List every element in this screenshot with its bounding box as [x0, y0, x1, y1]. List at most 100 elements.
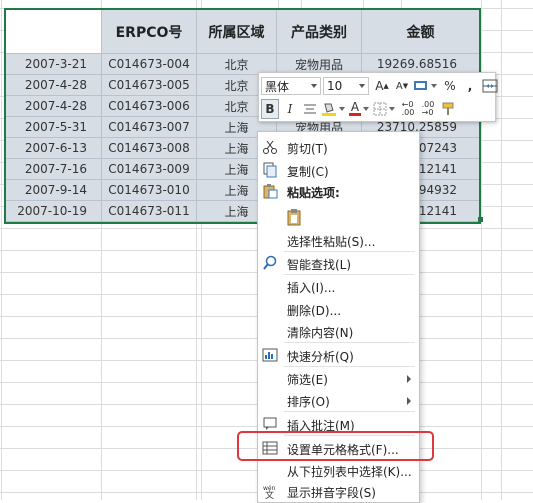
font-name-dropdown[interactable]: 黑体 — [261, 77, 321, 95]
erpco-cell[interactable]: C014673-005 — [102, 75, 197, 96]
header-cell-amount[interactable]: 金额 — [362, 10, 479, 54]
chevron-down-icon — [431, 84, 437, 88]
svg-text:文: 文 — [265, 489, 274, 499]
comment-icon — [262, 416, 278, 432]
font-name-value: 黑体 — [265, 79, 290, 94]
decrease-decimal-button[interactable]: .00 →0 — [419, 99, 437, 119]
menu-item-filter[interactable]: 筛选(E) — [258, 367, 419, 389]
grow-font-button[interactable]: A ▲ — [373, 76, 391, 96]
percent-style-button[interactable]: % — [441, 76, 459, 96]
date-cell[interactable]: 2007-10-19 — [6, 201, 102, 222]
menu-item-show-phonetic[interactable]: wén 文 显示拼音字段(S) — [258, 480, 419, 502]
menu-item-cut[interactable]: 剪切(T) — [258, 136, 419, 158]
font-color-button[interactable]: A — [349, 99, 371, 119]
erpco-cell[interactable]: C014673-010 — [102, 180, 197, 201]
fill-color-button[interactable] — [321, 99, 347, 119]
header-row: ERPCO号 所属区域 产品类别 金额 — [6, 10, 479, 54]
chevron-down-icon — [363, 107, 369, 111]
scissors-icon — [262, 139, 278, 155]
menu-item-paste-options: 粘贴选项: — [258, 180, 419, 202]
menu-item-smart-lookup[interactable]: 智能查找(L) — [258, 252, 419, 274]
accounting-format-button[interactable] — [413, 76, 439, 96]
grow-font-label: A — [375, 79, 384, 93]
paste-option-button[interactable] — [258, 203, 419, 229]
header-cell-category[interactable]: 产品类别 — [277, 10, 362, 54]
menu-item-sort[interactable]: 排序(O) — [258, 389, 419, 411]
date-cell[interactable]: 2007-3-21 — [6, 54, 102, 75]
menu-item-clear-contents[interactable]: 清除内容(N) — [258, 320, 419, 342]
paste-option-icon — [285, 207, 305, 227]
date-cell[interactable]: 2007-4-28 — [6, 75, 102, 96]
menu-item-insert[interactable]: 插入(I)... — [258, 275, 419, 297]
format-painter-icon — [442, 102, 454, 115]
shrink-font-icon: ▼ — [402, 82, 409, 90]
menu-item-pick-from-list[interactable]: 从下拉列表中选择(K)... — [258, 459, 419, 481]
shrink-font-label: A — [395, 80, 403, 92]
menu-item-label: 快速分析(Q) — [287, 350, 354, 364]
font-color-letter: A — [350, 100, 360, 114]
submenu-arrow-icon — [407, 397, 411, 405]
date-cell[interactable]: 2007-4-28 — [6, 96, 102, 117]
decrease-decimal-icon: .00 →0 — [421, 100, 435, 117]
italic-button[interactable]: I — [281, 99, 299, 119]
menu-item-label: 删除(D)... — [287, 304, 342, 318]
date-cell[interactable]: 2007-5-31 — [6, 117, 102, 138]
menu-separator — [284, 411, 415, 412]
merge-center-button[interactable] — [481, 76, 499, 96]
highlight-box — [237, 431, 434, 461]
chevron-down-icon — [311, 84, 317, 88]
menu-item-copy[interactable]: 复制(C) — [258, 159, 419, 181]
comma-style-button[interactable]: , — [461, 76, 479, 96]
erpco-cell[interactable]: C014673-004 — [102, 54, 197, 75]
smart-lookup-icon — [262, 255, 278, 271]
fill-color-icon — [322, 103, 336, 116]
borders-icon — [373, 102, 387, 116]
align-center-button[interactable] — [301, 99, 319, 119]
erpco-cell[interactable]: C014673-009 — [102, 159, 197, 180]
header-cell-erpco[interactable]: ERPCO号 — [102, 10, 197, 54]
fill-handle[interactable] — [478, 217, 483, 222]
chevron-down-icon — [339, 107, 345, 111]
align-center-icon — [304, 104, 316, 114]
menu-item-label: 粘贴选项: — [287, 186, 340, 200]
increase-decimal-button[interactable]: ←0.00 — [399, 99, 417, 119]
date-cell[interactable]: 2007-6-13 — [6, 138, 102, 159]
menu-item-label: 从下拉列表中选择(K)... — [287, 465, 412, 479]
merge-center-icon — [482, 79, 498, 93]
menu-item-label: 智能查找(L) — [287, 258, 352, 272]
erpco-cell[interactable]: C014673-011 — [102, 201, 197, 222]
menu-item-label: 复制(C) — [287, 165, 329, 179]
date-cell[interactable]: 2007-9-14 — [6, 180, 102, 201]
borders-button[interactable] — [373, 99, 397, 119]
menu-item-delete[interactable]: 删除(D)... — [258, 298, 419, 320]
chevron-down-icon — [389, 107, 395, 111]
menu-item-label: 插入(I)... — [287, 281, 336, 295]
mini-toolbar: 黑体 10 A ▲ A ▼ % , B I A ←0 .00 .00 →0 — [258, 72, 499, 122]
menu-item-label: 选择性粘贴(S)... — [287, 235, 376, 249]
menu-item-label: 清除内容(N) — [287, 326, 354, 340]
format-painter-button[interactable] — [439, 99, 457, 119]
quick-analysis-icon — [262, 347, 278, 363]
chevron-down-icon — [359, 84, 365, 88]
font-size-dropdown[interactable]: 10 — [323, 77, 369, 95]
erpco-cell[interactable]: C014673-007 — [102, 117, 197, 138]
erpco-cell[interactable]: C014673-006 — [102, 96, 197, 117]
bold-button[interactable]: B — [261, 99, 279, 119]
accounting-format-icon — [414, 81, 427, 90]
menu-item-quick-analysis[interactable]: 快速分析(Q) — [258, 344, 419, 366]
copy-icon — [262, 162, 278, 178]
menu-item-label: 筛选(E) — [287, 373, 328, 387]
erpco-cell[interactable]: C014673-008 — [102, 138, 197, 159]
font-color-icon: A — [349, 100, 361, 116]
header-cell-region[interactable]: 所属区域 — [197, 10, 277, 54]
menu-item-label: 剪切(T) — [287, 142, 328, 156]
shrink-font-button[interactable]: A ▼ — [393, 76, 411, 96]
paste-icon — [262, 183, 278, 199]
menu-item-label: 排序(O) — [287, 395, 330, 409]
date-cell[interactable]: 2007-7-16 — [6, 159, 102, 180]
menu-item-paste-special[interactable]: 选择性粘贴(S)... — [258, 229, 419, 251]
grow-font-icon: ▲ — [383, 82, 389, 90]
increase-decimal-icon: ←0.00 — [401, 100, 415, 117]
header-cell-date[interactable] — [6, 10, 102, 54]
menu-separator — [284, 342, 415, 343]
